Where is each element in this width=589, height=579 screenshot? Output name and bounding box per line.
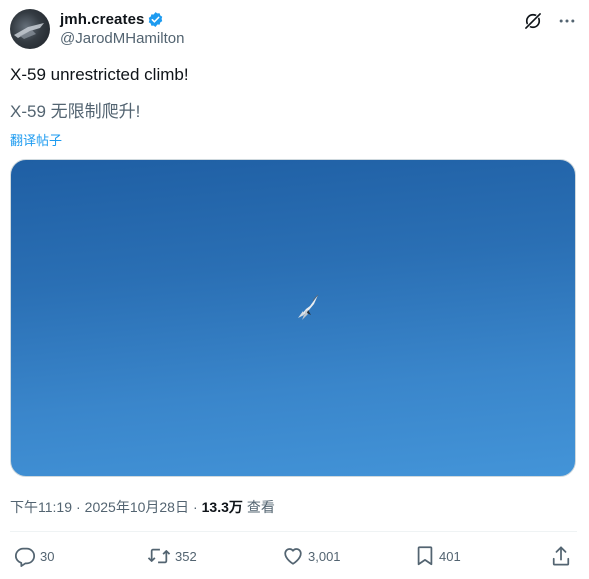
header-actions: [523, 11, 577, 31]
post: jmh.creates @JarodMHamilton X-59 unrestr…: [0, 0, 589, 579]
views-label: 查看: [246, 499, 275, 515]
author-identity: jmh.creates @JarodMHamilton: [60, 9, 184, 48]
aircraft-icon: [298, 294, 319, 320]
repost-count: 352: [175, 548, 197, 564]
share-button[interactable]: [551, 543, 571, 569]
like-count: 3,001: [308, 548, 341, 564]
name-row: jmh.creates: [60, 9, 184, 29]
verified-badge-icon[interactable]: [147, 11, 164, 28]
avatar[interactable]: [10, 9, 50, 49]
more-icon[interactable]: [557, 11, 577, 31]
heart-icon: [284, 548, 302, 565]
bookmark-count: 401: [439, 548, 461, 564]
repost-button[interactable]: 352: [147, 543, 197, 569]
tweet-text: X-59 unrestricted climb!: [10, 65, 189, 84]
repost-icon: [147, 548, 171, 564]
divider: [10, 531, 577, 532]
reply-button[interactable]: 30: [14, 543, 54, 569]
reply-icon: [14, 547, 36, 567]
bookmark-icon: [417, 546, 433, 566]
display-name[interactable]: jmh.creates: [60, 11, 144, 28]
like-button[interactable]: 3,001: [282, 543, 341, 569]
tweet-media-image[interactable]: [10, 159, 576, 477]
action-bar: 30 352 3,001 401: [10, 543, 575, 569]
post-date[interactable]: 2025年10月28日: [85, 497, 189, 517]
grok-icon[interactable]: [523, 11, 543, 31]
meta-separator: ·: [192, 499, 198, 515]
share-icon: [552, 546, 570, 566]
post-time[interactable]: 下午11:19: [10, 497, 72, 517]
meta-separator: ·: [76, 499, 81, 515]
handle[interactable]: @JarodMHamilton: [60, 30, 184, 47]
translated-text: X-59 无限制爬升!: [10, 102, 141, 121]
post-meta: 下午11:19 · 2025年10月28日 · 13.3万 查看: [10, 497, 275, 517]
views-count: 13.3万: [201, 499, 243, 515]
reply-count: 30: [40, 548, 55, 564]
bookmark-button[interactable]: 401: [415, 543, 461, 569]
translate-post-link[interactable]: 翻译帖子: [10, 130, 62, 149]
post-header: jmh.creates @JarodMHamilton: [10, 9, 577, 51]
